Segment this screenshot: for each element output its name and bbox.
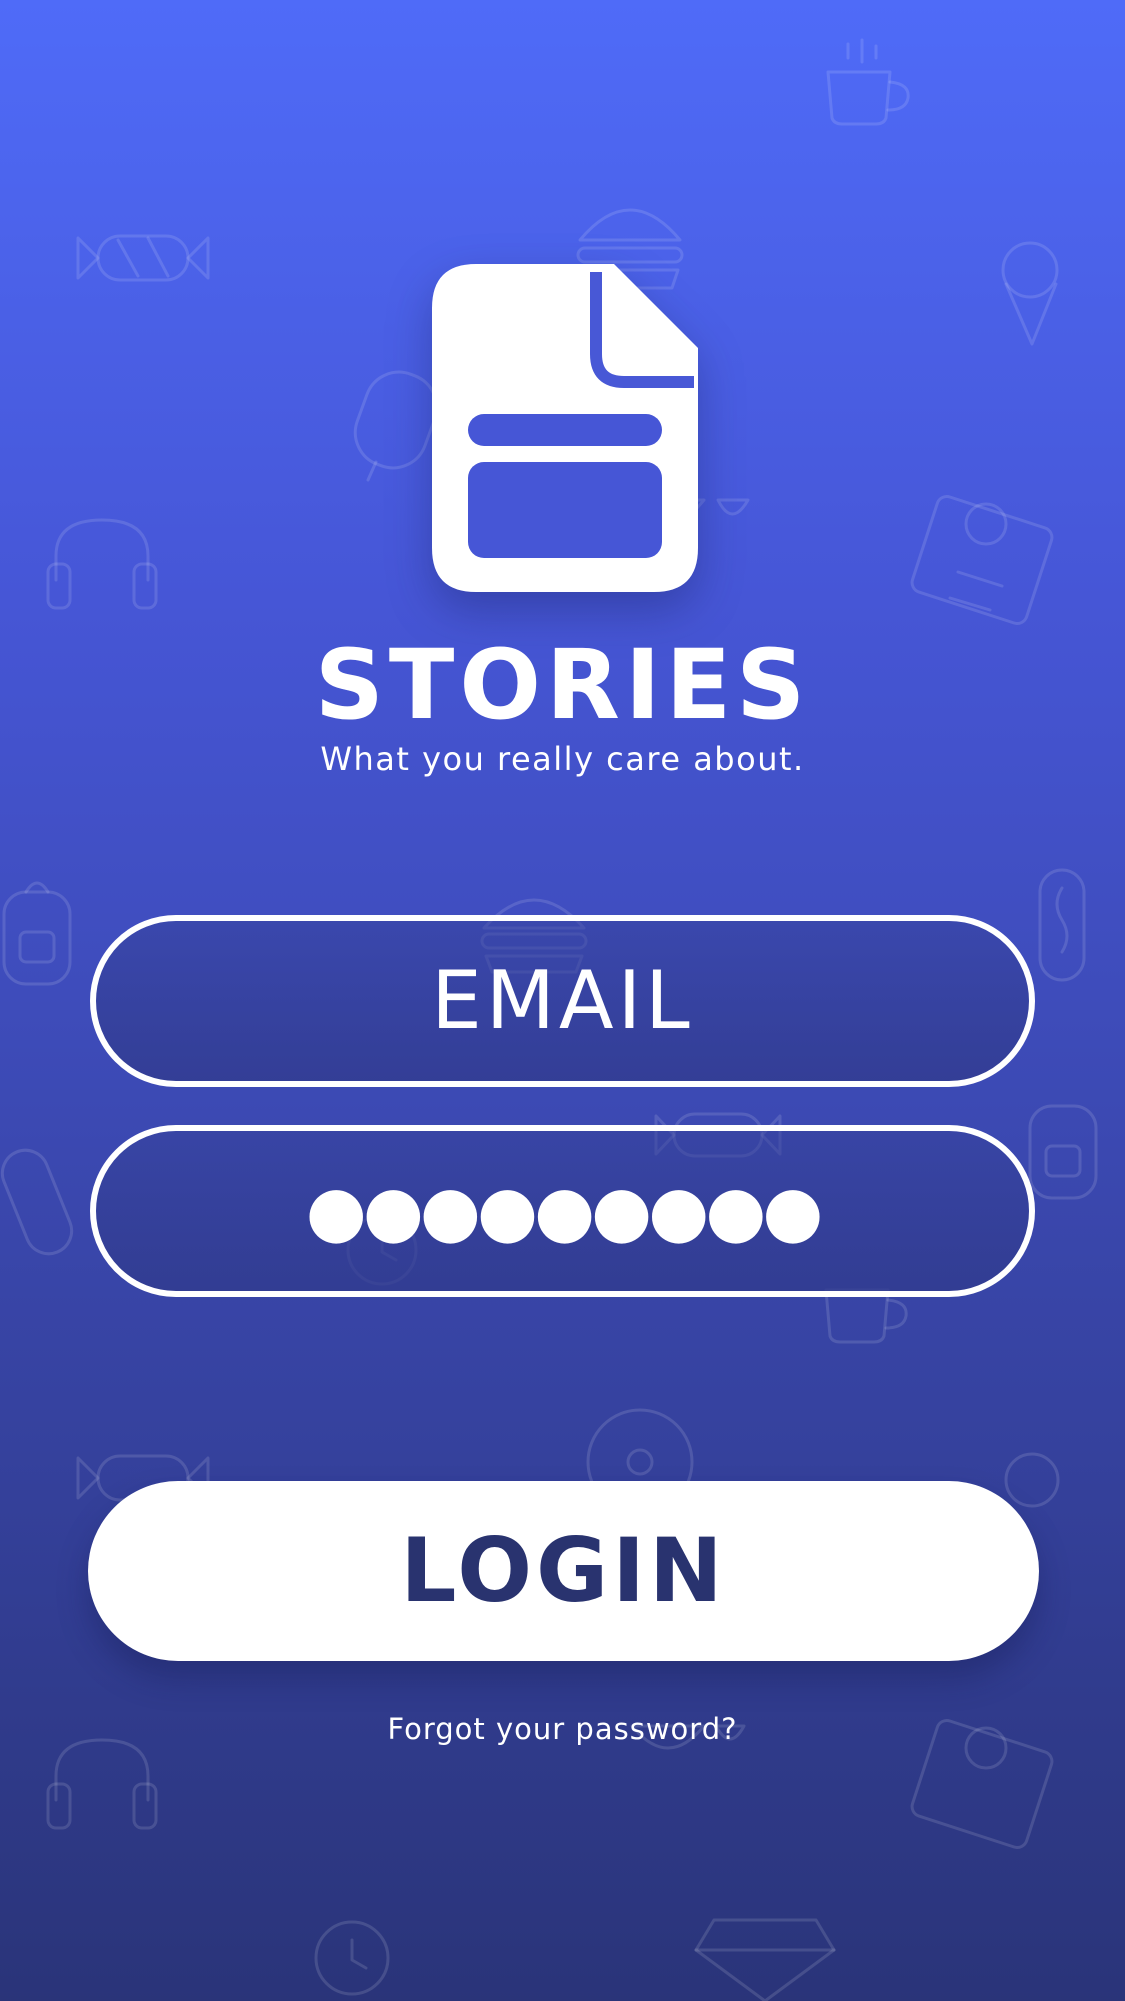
watch-icon	[314, 1920, 390, 1996]
document-icon	[432, 264, 698, 592]
forgot-password-link[interactable]: Forgot your password?	[387, 1712, 737, 1746]
backpack-icon	[2, 881, 72, 986]
coffee-cup-icon	[826, 38, 910, 126]
headphones-icon	[46, 518, 158, 610]
headphones-icon	[46, 1738, 158, 1830]
ice-cream-icon	[1004, 1452, 1060, 1508]
diamond-icon	[694, 1918, 836, 2001]
ice-cream-icon	[1001, 241, 1059, 346]
coffee-cup-icon	[824, 1288, 908, 1344]
password-field[interactable]: ●●●●●●●●●	[90, 1125, 1035, 1297]
login-screen: STORIES What you really care about. EMAI…	[0, 0, 1125, 2001]
hot-dog-icon	[0, 1148, 74, 1256]
email-placeholder: EMAIL	[431, 954, 694, 1047]
app-logo	[432, 264, 698, 592]
login-button[interactable]: LOGIN	[88, 1481, 1039, 1661]
password-value: ●●●●●●●●●	[305, 1170, 824, 1252]
email-field[interactable]: EMAIL	[90, 915, 1035, 1087]
login-button-label: LOGIN	[400, 1519, 727, 1622]
hot-dog-icon	[1038, 868, 1086, 982]
shirt-icon	[910, 495, 1054, 625]
candy-icon	[76, 234, 210, 282]
app-tagline: What you really care about.	[320, 740, 805, 778]
forgot-password-container: Forgot your password?	[0, 1709, 1125, 1749]
app-title: STORIES	[314, 629, 811, 741]
backpack-icon	[1028, 1104, 1098, 1200]
